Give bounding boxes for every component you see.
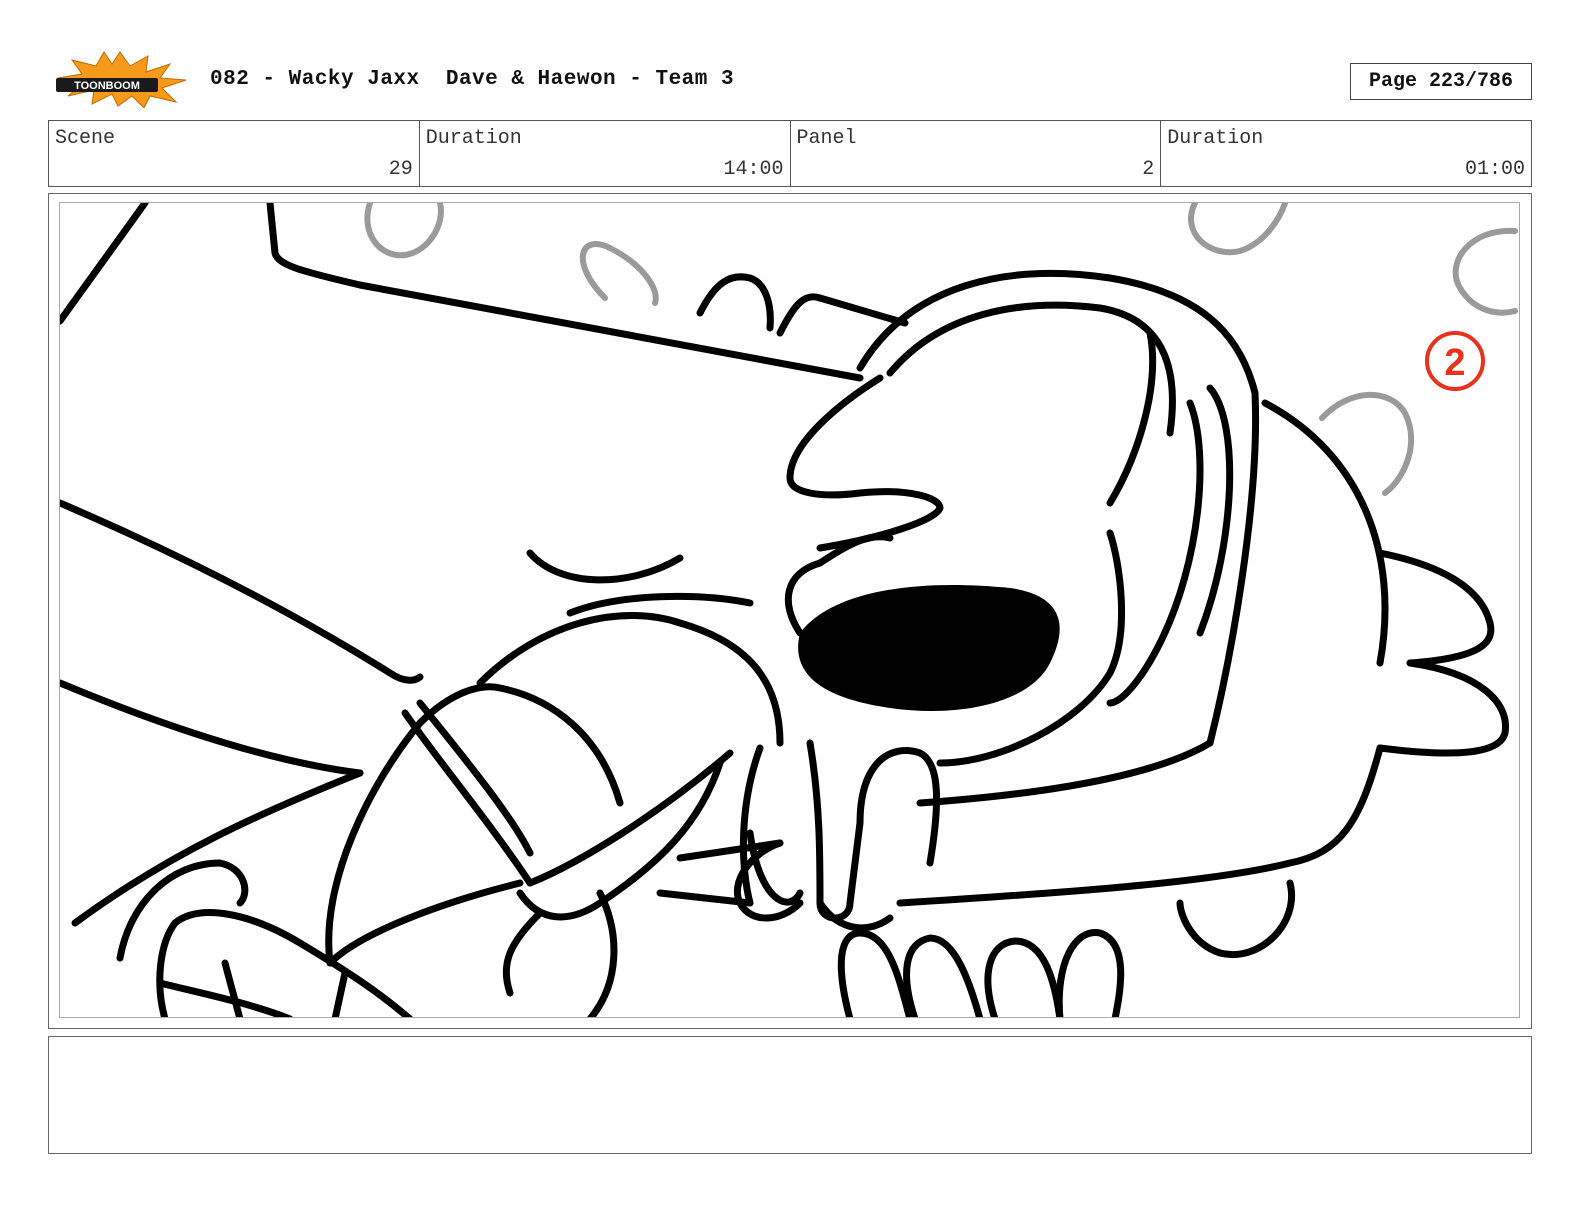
panel-duration-label: Duration: [1167, 127, 1264, 150]
panel-cell: Panel 2: [791, 121, 1162, 186]
logo-text: TOONBOOM: [74, 80, 140, 92]
scene-duration-label: Duration: [425, 127, 522, 150]
storyboard-title: 082 - Wacky Jaxx Dave & Haewon - Team 3: [210, 68, 735, 91]
panel-number-marker-text: 2: [1444, 342, 1465, 384]
scene-duration-cell: Duration 14:00: [420, 121, 791, 186]
toonboom-logo: TOONBOOM: [52, 50, 188, 109]
storyboard-panel: 2: [48, 193, 1532, 1029]
panel-drawing-area: 2: [59, 202, 1520, 1018]
page-number-text: Page 223/786: [1368, 70, 1514, 93]
panel-value: 2: [1142, 158, 1155, 181]
panel-label: Panel: [796, 127, 857, 150]
page-number: Page 223/786: [1350, 63, 1532, 100]
scene-value: 29: [388, 158, 413, 181]
panel-duration-cell: Duration 01:00: [1161, 121, 1531, 186]
scene-cell: Scene 29: [49, 121, 420, 186]
scene-label: Scene: [55, 127, 116, 150]
scene-duration-value: 14:00: [723, 158, 784, 181]
panel-notes-box[interactable]: [48, 1036, 1532, 1154]
panel-info-row: Scene 29 Duration 14:00 Panel 2 Duration…: [48, 120, 1532, 187]
panel-sketch: 2: [60, 203, 1518, 1017]
panel-duration-value: 01:00: [1464, 158, 1525, 181]
